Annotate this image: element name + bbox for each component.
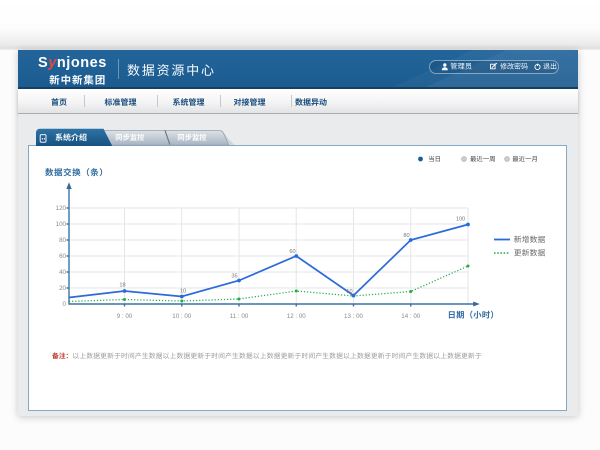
- svg-text:60: 60: [289, 249, 295, 255]
- svg-text:100: 100: [56, 221, 67, 228]
- svg-text:11 : 00: 11 : 00: [230, 313, 249, 320]
- svg-text:18: 18: [119, 283, 125, 289]
- svg-text:10: 10: [180, 289, 186, 295]
- svg-text:0: 0: [63, 301, 67, 308]
- svg-text:60: 60: [59, 253, 66, 260]
- svg-text:9 : 00: 9 : 00: [117, 313, 133, 320]
- svg-text:100: 100: [456, 217, 465, 223]
- svg-text:13 : 00: 13 : 00: [344, 313, 363, 320]
- svg-text:12 : 00: 12 : 00: [287, 313, 306, 320]
- svg-text:10: 10: [346, 289, 352, 295]
- svg-text:120: 120: [56, 205, 67, 212]
- svg-text:35: 35: [231, 274, 237, 280]
- svg-text:10 : 00: 10 : 00: [172, 313, 191, 320]
- svg-text:40: 40: [59, 269, 66, 276]
- svg-text:14 : 00: 14 : 00: [401, 313, 420, 320]
- svg-text:80: 80: [59, 237, 66, 244]
- svg-text:20: 20: [59, 285, 66, 292]
- svg-text:80: 80: [403, 233, 409, 239]
